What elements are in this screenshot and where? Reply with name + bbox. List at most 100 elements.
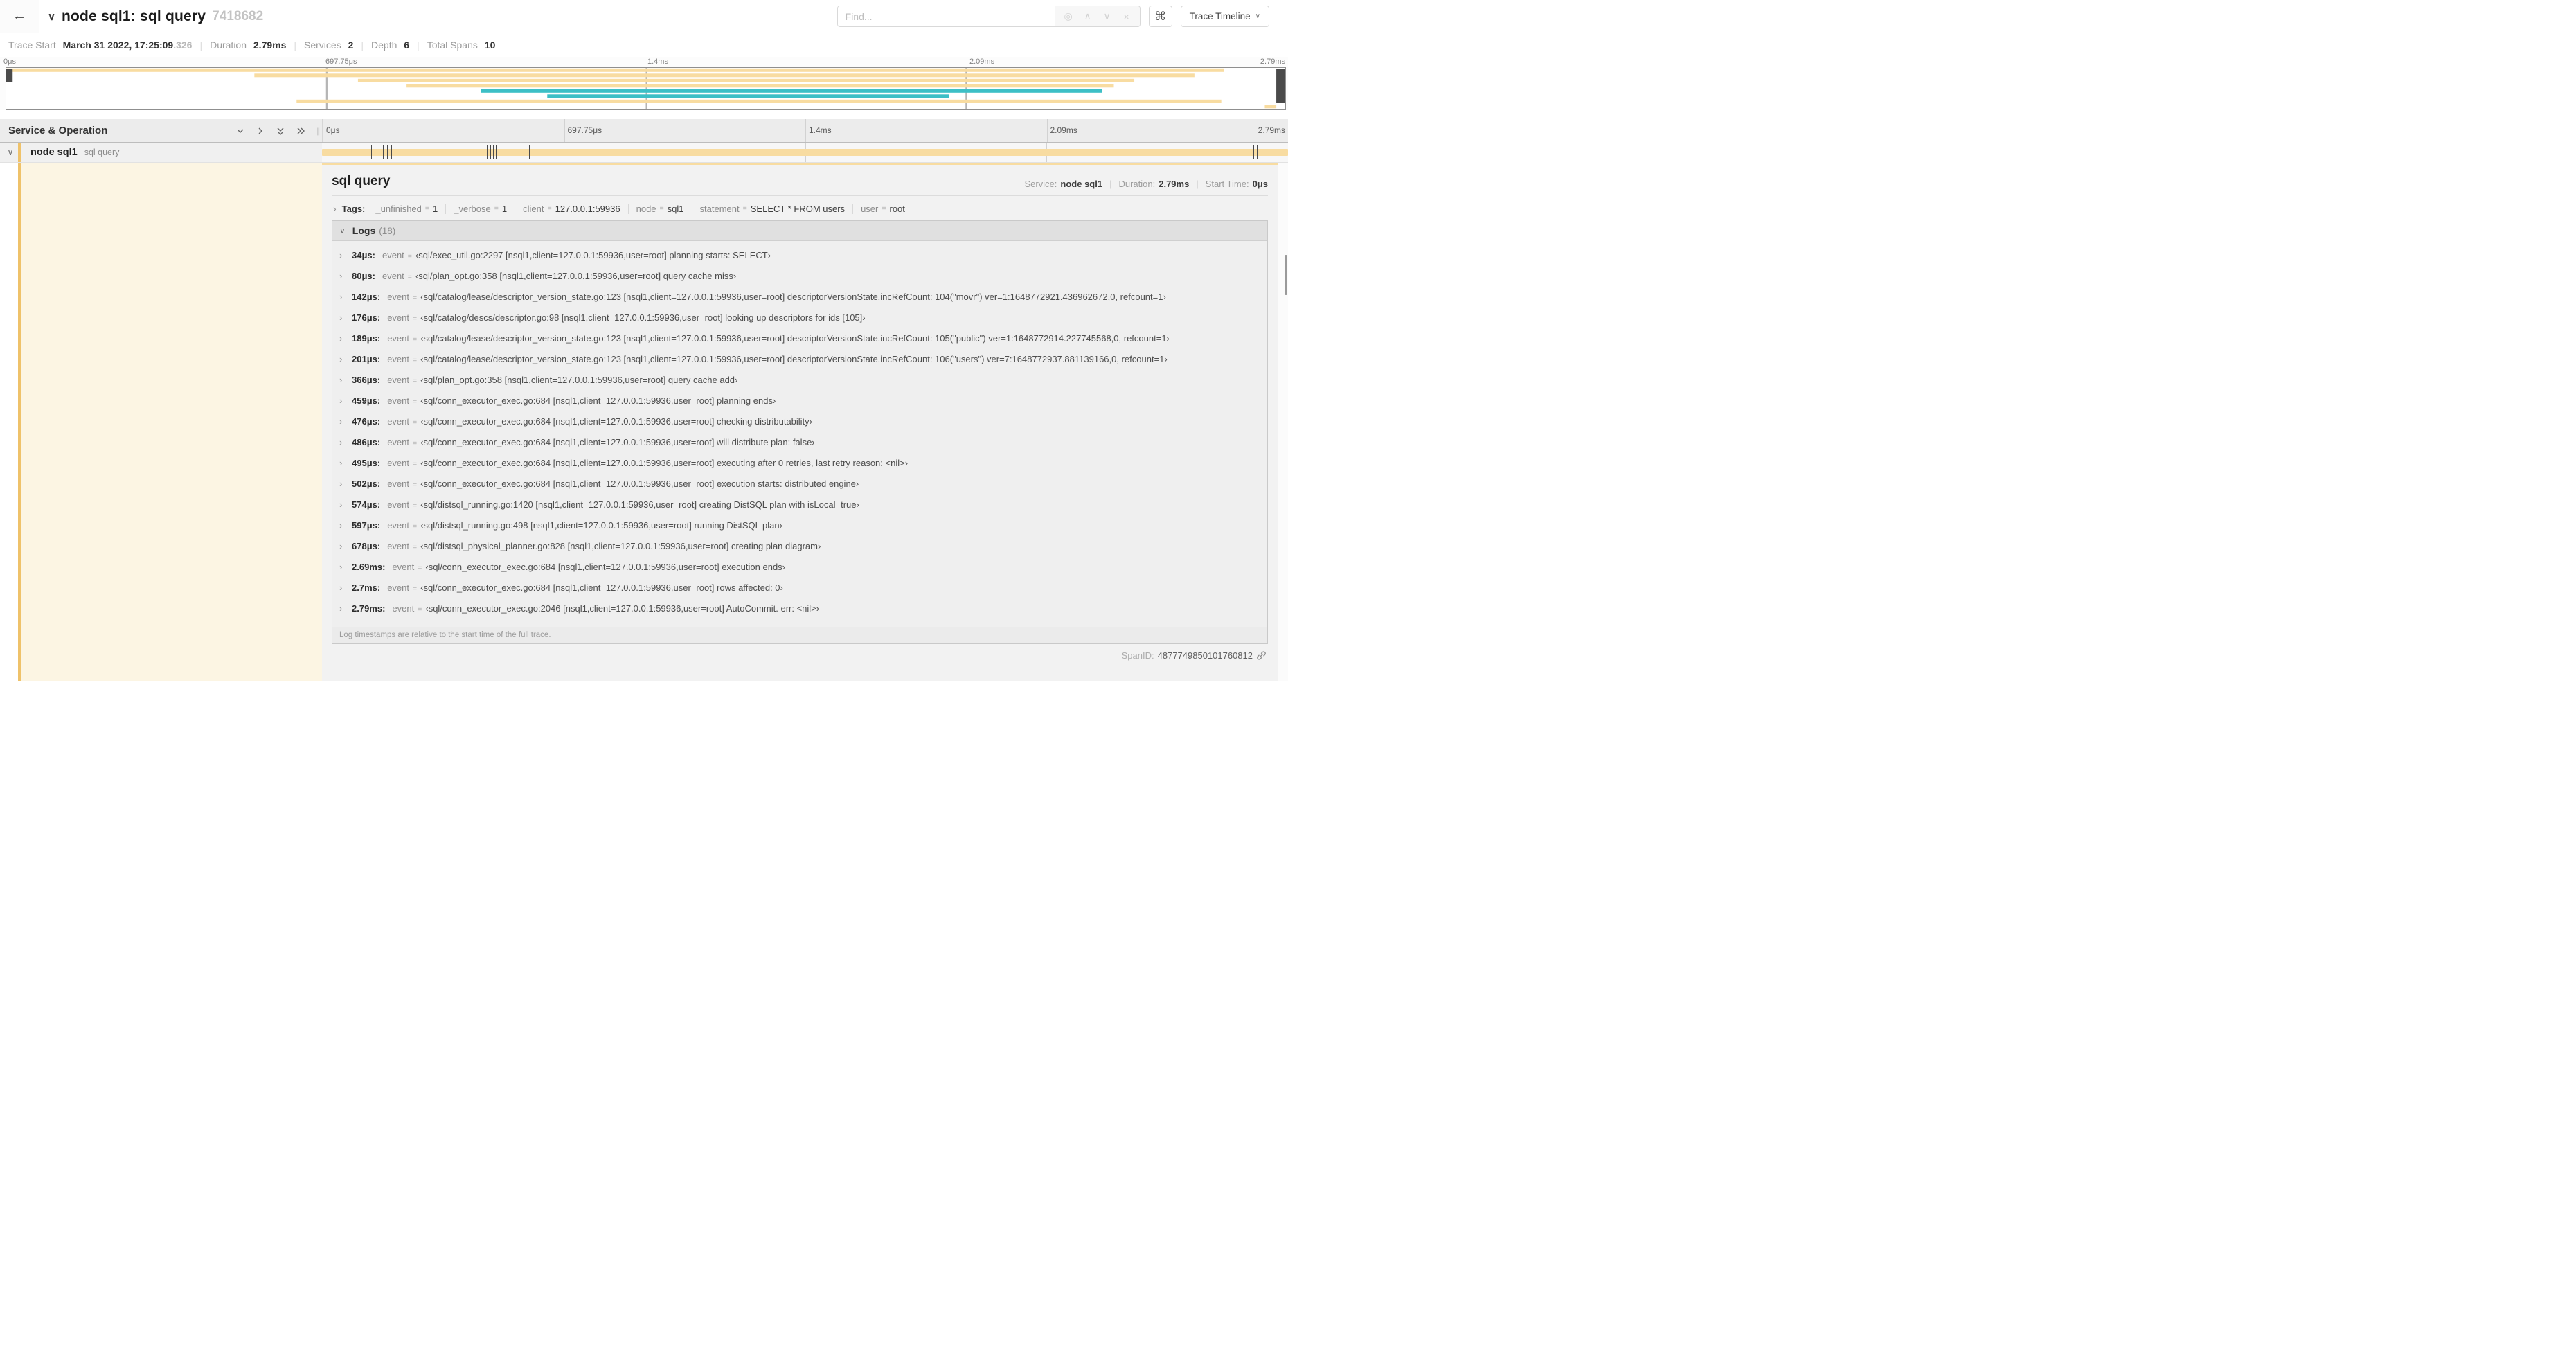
ruler-tick-label: 697.75μs <box>567 125 602 135</box>
span-bar-cell[interactable] <box>322 143 1288 162</box>
span-log-marker[interactable] <box>387 145 388 159</box>
search-input[interactable] <box>837 6 1055 26</box>
expand-all-icon[interactable] <box>296 126 305 136</box>
span-log-marker[interactable] <box>391 145 393 159</box>
span-log-marker[interactable] <box>1257 145 1258 159</box>
tags-accordion[interactable]: › Tags: _unfinished = 1 _verbose = 1 client = 12… <box>332 196 1268 220</box>
span-log-marker[interactable] <box>1253 145 1254 159</box>
log-timestamp: 176μs: <box>352 312 381 323</box>
span-log-marker[interactable] <box>496 145 497 159</box>
timeline-ruler: 0μs 697.75μs 1.4ms 2.09ms 2.79ms <box>322 119 1288 142</box>
collapse-deep-icon[interactable] <box>276 126 285 136</box>
tag-item[interactable]: user = root <box>852 203 913 214</box>
log-row[interactable]: › 597μs: event = ‹sql/distsql_running.go:498… <box>339 520 1260 531</box>
log-message: ‹sql/catalog/lease/descriptor_version_st… <box>420 354 1168 364</box>
column-resizer-handle[interactable]: ∥ <box>316 127 321 136</box>
log-row[interactable]: › 678μs: event = ‹sql/distsql_physical_plann… <box>339 541 1260 551</box>
log-field-name: event <box>387 499 410 510</box>
expand-one-icon[interactable] <box>256 126 265 136</box>
log-row[interactable]: › 142μs: event = ‹sql/catalog/lease/descript… <box>339 292 1260 302</box>
log-row[interactable]: › 486μs: event = ‹sql/conn_executor_exec.go:… <box>339 437 1260 447</box>
log-row[interactable]: › 2.7ms: event = ‹sql/conn_executor_exec.go:… <box>339 582 1260 593</box>
deep-link-icon[interactable] <box>1256 650 1267 661</box>
chevron-right-icon: › <box>339 479 343 489</box>
tag-item[interactable]: node = sql1 <box>627 203 692 214</box>
log-row[interactable]: › 2.69ms: event = ‹sql/conn_executor_exec.go… <box>339 562 1260 572</box>
tag-item[interactable]: _unfinished = 1 <box>368 204 445 214</box>
equals-sign: = <box>418 605 422 614</box>
span-log-marker[interactable] <box>490 145 491 159</box>
log-row[interactable]: › 476μs: event = ‹sql/conn_executor_exec.go:… <box>339 416 1260 427</box>
log-field-name: event <box>387 292 410 302</box>
log-field-name: event <box>392 603 415 614</box>
span-detail-title: sql query <box>332 174 391 188</box>
tag-value: root <box>889 203 905 214</box>
command-icon: ⌘ <box>1154 9 1167 23</box>
chevron-down-icon[interactable]: ∨ <box>48 10 55 23</box>
span-log-marker[interactable] <box>493 145 494 159</box>
collapse-all-icon[interactable] <box>235 126 245 136</box>
span-log-marker[interactable] <box>486 145 488 159</box>
log-row[interactable]: › 2.79ms: event = ‹sql/conn_executor_exec.go… <box>339 603 1260 614</box>
log-row[interactable]: › 201μs: event = ‹sql/catalog/lease/descript… <box>339 354 1260 364</box>
app-header: ← ∨ node sql1: sql query 7418682 ◎ ∧ ∨ ×… <box>0 0 1288 33</box>
tag-key: node <box>636 203 656 214</box>
span-detail-card: sql query Service: node sql1 | Duration: 2.7… <box>322 163 1278 682</box>
back-button[interactable]: ← <box>0 0 39 33</box>
tag-value: SELECT * FROM users <box>750 203 846 214</box>
span-duration-bar[interactable] <box>322 149 1288 156</box>
span-log-marker[interactable] <box>528 145 530 159</box>
logs-list: › 34μs: event = ‹sql/exec_util.go:2297 [nsql… <box>332 241 1267 627</box>
equals-sign: = <box>413 439 418 447</box>
overview-label: Duration: <box>1118 179 1156 189</box>
summary-separator: | <box>361 39 364 51</box>
logs-title: Logs <box>352 225 376 236</box>
scrollbar-thumb[interactable] <box>1285 255 1287 295</box>
log-message: ‹sql/conn_executor_exec.go:684 [nsql1,cl… <box>420 582 783 593</box>
span-log-marker[interactable] <box>383 145 384 159</box>
find-box: ◎ ∧ ∨ × <box>837 6 1141 27</box>
trace-summary-item: Services 2 <box>304 39 353 51</box>
logs-panel: ∨ Logs (18) › 34μs: event = ‹sql/exec_util.g… <box>332 220 1268 644</box>
span-id-value: 4877749850101760812 <box>1157 650 1253 661</box>
log-field-name: event <box>382 250 404 260</box>
span-service-name: node sql1 <box>30 147 78 158</box>
clear-search-icon[interactable]: × <box>1118 11 1136 22</box>
prev-match-icon[interactable]: ∧ <box>1079 10 1097 22</box>
log-row[interactable]: › 502μs: event = ‹sql/conn_executor_exec.go:… <box>339 479 1260 489</box>
log-timestamp: 486μs: <box>352 437 381 447</box>
trace-view-selector[interactable]: Trace Timeline ∨ <box>1180 6 1269 27</box>
tag-key: _verbose <box>454 203 491 214</box>
header-controls: ◎ ∧ ∨ × ⌘ Trace Timeline ∨ <box>837 0 1288 33</box>
focus-match-icon[interactable]: ◎ <box>1059 10 1077 22</box>
trace-view-label: Trace Timeline <box>1189 11 1251 21</box>
log-field-name: event <box>387 395 410 406</box>
summary-value: March 31 2022, 17:25:09 <box>62 39 174 51</box>
span-name-cell[interactable]: ∨ node sql1 sql query <box>0 143 322 162</box>
log-row[interactable]: › 366μs: event = ‹sql/plan_opt.go:358 [nsql1… <box>339 375 1260 385</box>
equals-sign: = <box>407 252 412 260</box>
span-log-marker[interactable] <box>371 145 372 159</box>
log-row[interactable]: › 189μs: event = ‹sql/catalog/lease/descript… <box>339 333 1260 344</box>
equals-sign: = <box>413 294 418 302</box>
tag-item[interactable]: statement = SELECT * FROM users <box>691 203 853 214</box>
next-match-icon[interactable]: ∨ <box>1098 10 1116 22</box>
log-row[interactable]: › 176μs: event = ‹sql/catalog/descs/descript… <box>339 312 1260 323</box>
logs-accordion-header[interactable]: ∨ Logs (18) <box>332 221 1267 241</box>
log-row[interactable]: › 459μs: event = ‹sql/conn_executor_exec.go:… <box>339 395 1260 406</box>
chevron-right-icon: › <box>339 395 343 406</box>
log-message: ‹sql/conn_executor_exec.go:684 [nsql1,cl… <box>420 479 859 489</box>
minimap-spans-svg <box>6 68 1285 109</box>
tag-item[interactable]: client = 127.0.0.1:59936 <box>515 203 627 214</box>
chevron-right-icon: › <box>339 603 343 614</box>
minimap-canvas[interactable] <box>6 67 1286 110</box>
equals-sign: = <box>407 273 412 281</box>
log-row[interactable]: › 495μs: event = ‹sql/conn_executor_exec.go:… <box>339 458 1260 468</box>
keyboard-shortcuts-button[interactable]: ⌘ <box>1148 6 1172 27</box>
log-timestamp: 495μs: <box>352 458 381 468</box>
log-row[interactable]: › 574μs: event = ‹sql/distsql_running.go:142… <box>339 499 1260 510</box>
log-row[interactable]: › 34μs: event = ‹sql/exec_util.go:2297 [nsql… <box>339 250 1260 260</box>
log-row[interactable]: › 80μs: event = ‹sql/plan_opt.go:358 [nsql1,… <box>339 271 1260 281</box>
tag-item[interactable]: _verbose = 1 <box>445 203 515 214</box>
equals-sign: = <box>413 377 418 385</box>
